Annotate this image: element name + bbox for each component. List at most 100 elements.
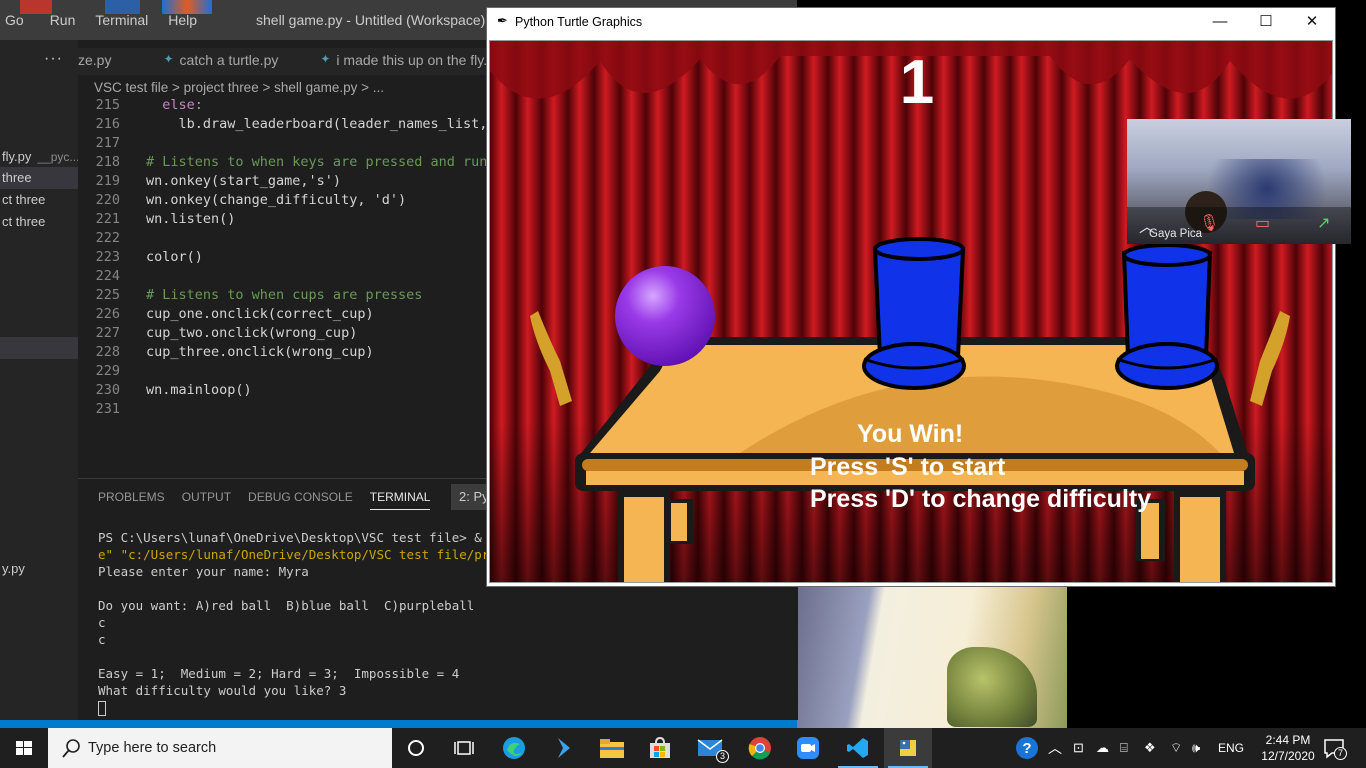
sidebar-item[interactable]: fly.py __pyc... (0, 146, 78, 168)
windows-icon (16, 741, 32, 755)
code-editor[interactable]: 215 else: 216 lb.draw_leaderboard(leader_… (78, 96, 504, 476)
code-text: # Listens to when keys are pressed and r… (146, 154, 496, 170)
tab-catch-a-turtle[interactable]: ✦ catch a turtle.py (123, 48, 290, 75)
notification-badge: 7 (1334, 747, 1347, 760)
code-line[interactable]: 219 wn.onkey(start_game,'s') (78, 172, 341, 191)
edge-icon[interactable] (490, 728, 538, 768)
taskbar: Type here to search 3 ? ︿ ⊡ ☁ ⌸ ❖ ⌔ 🕪 EN (0, 728, 1366, 768)
store-icon[interactable] (636, 728, 684, 768)
vs-tool-icon[interactable] (540, 728, 588, 768)
code-line[interactable]: 223 color() (78, 248, 203, 267)
tab-terminal[interactable]: TERMINAL (369, 490, 431, 510)
python-taskbar-icon[interactable] (884, 728, 932, 768)
show-hidden-icons[interactable]: ︿ (1048, 728, 1062, 768)
clock[interactable]: 2:44 PM 12/7/2020 (1258, 732, 1318, 764)
line-number: 219 (95, 173, 120, 189)
tab-ze-py[interactable]: ze.py (78, 48, 123, 75)
code-line[interactable]: 224 (78, 267, 146, 286)
zoom-icon[interactable] (784, 728, 832, 768)
win-message: You Win! (857, 420, 963, 448)
code-line[interactable]: 227 cup_two.onclick(wrong_cup) (78, 324, 358, 343)
sidebar-item[interactable]: ct three (0, 211, 78, 233)
sidebar-item[interactable]: y.py (0, 558, 78, 580)
terminal-path: e" "c:/Users/lunaf/OneDrive/Desktop/VSC … (98, 547, 520, 562)
wifi-icon[interactable]: ⌔ (1170, 728, 1182, 768)
camera-off-icon[interactable]: ▭ (1255, 213, 1270, 232)
mail-icon[interactable]: 3 (686, 728, 734, 768)
desktop-wallpaper (797, 587, 1067, 728)
purple-ball[interactable] (615, 266, 715, 366)
chrome-icon[interactable] (736, 728, 784, 768)
code-line[interactable]: 230 wn.mainloop() (78, 381, 252, 400)
taskbar-search[interactable]: Type here to search (48, 728, 392, 768)
vscode-taskbar-icon[interactable] (834, 728, 882, 768)
maximize-button[interactable]: ☐ (1243, 8, 1289, 37)
tab-debug-console[interactable]: DEBUG CONSOLE (248, 490, 353, 510)
code-line[interactable]: 226 cup_one.onclick(correct_cup) (78, 305, 374, 324)
start-button[interactable] (0, 728, 48, 768)
participant-name: Gaya Pica (1149, 228, 1203, 240)
tab-output[interactable]: OUTPUT (182, 490, 231, 510)
file-explorer-icon[interactable] (588, 728, 636, 768)
code-line[interactable]: 225 # Listens to when cups are presses (78, 286, 423, 305)
cortana-icon[interactable] (392, 728, 440, 768)
sidebar-item[interactable]: three (0, 167, 78, 189)
code-text: cup_two.onclick(wrong_cup) (146, 325, 358, 341)
line-number: 230 (95, 382, 120, 398)
tab-problems[interactable]: PROBLEMS (98, 490, 165, 510)
volume-icon[interactable]: 🕪 (1192, 728, 1200, 768)
notification-center-icon[interactable]: 7 (1322, 736, 1347, 760)
terminal-line: Do you want: A)red ball B)blue ball C)pu… (98, 597, 519, 614)
terminal-cursor-line[interactable] (98, 699, 519, 716)
more-actions-icon[interactable]: ··· (44, 50, 63, 68)
code-line[interactable]: 215 else: (78, 96, 203, 115)
code-line[interactable]: 217 (78, 134, 146, 153)
code-text: color() (146, 249, 203, 265)
start-instruction: Press 'S' to start (810, 453, 1006, 481)
cup-three[interactable] (1115, 243, 1219, 390)
sidebar-item[interactable]: ct three (0, 189, 78, 211)
tab-made-up-on-fly[interactable]: ✦ i made this up on the fly.py (290, 48, 514, 75)
task-view-icon[interactable] (440, 728, 488, 768)
code-line[interactable]: 229 (78, 362, 146, 381)
language-indicator[interactable]: ENG (1218, 728, 1244, 768)
code-line[interactable]: 222 (78, 229, 146, 248)
code-text: wn.listen() (146, 211, 236, 227)
code-line[interactable]: 218 # Listens to when keys are pressed an… (78, 153, 496, 172)
window-title: Python Turtle Graphics (515, 15, 643, 29)
turtle-titlebar: ✒ Python Turtle Graphics — ☐ ✕ (487, 8, 1335, 37)
code-line[interactable]: 220 wn.onkey(change_difficulty, 'd') (78, 191, 406, 210)
python-file-icon: ✦ (320, 52, 331, 66)
onedrive-icon[interactable]: ☁ (1096, 728, 1109, 768)
mic-muted-icon[interactable]: 🎙 (1199, 213, 1219, 232)
menu-run[interactable]: Run (47, 12, 85, 28)
close-button[interactable]: ✕ (1289, 8, 1335, 37)
terminal-output[interactable]: PS C:\Users\lunaf\OneDrive\Desktop\VSC t… (98, 529, 519, 716)
cup-two[interactable] (862, 237, 966, 390)
menu-go[interactable]: Go (2, 12, 33, 28)
dropbox-icon[interactable]: ❖ (1144, 728, 1156, 768)
menu-help[interactable]: Help (165, 12, 206, 28)
background-app-strip (105, 0, 140, 14)
menu-terminal[interactable]: Terminal (92, 12, 157, 28)
code-line[interactable]: 231 (78, 400, 146, 419)
sidebar-item-selected[interactable] (0, 337, 78, 359)
code-text: cup_one.onclick(correct_cup) (146, 306, 374, 322)
device-icon[interactable]: ⊡ (1073, 728, 1084, 768)
code-text: wn.mainloop() (146, 382, 252, 398)
code-line[interactable]: 228 cup_three.onclick(wrong_cup) (78, 343, 374, 362)
code-line[interactable]: 216 lb.draw_leaderboard(leader_names_lis… (78, 115, 504, 134)
help-icon[interactable]: ? (1003, 728, 1051, 768)
code-line[interactable]: 221 wn.listen() (78, 210, 236, 229)
share-icon[interactable]: ↗ (1317, 213, 1330, 232)
line-number: 222 (95, 230, 120, 246)
network-adapter-icon[interactable]: ⌸ (1120, 728, 1128, 768)
video-call-overlay[interactable]: ︿ Gaya Pica 🎙 ▭ ↗ (1127, 119, 1351, 244)
breadcrumb[interactable]: VSC test file > project three > shell ga… (94, 80, 384, 95)
minimize-button[interactable]: — (1197, 8, 1243, 37)
